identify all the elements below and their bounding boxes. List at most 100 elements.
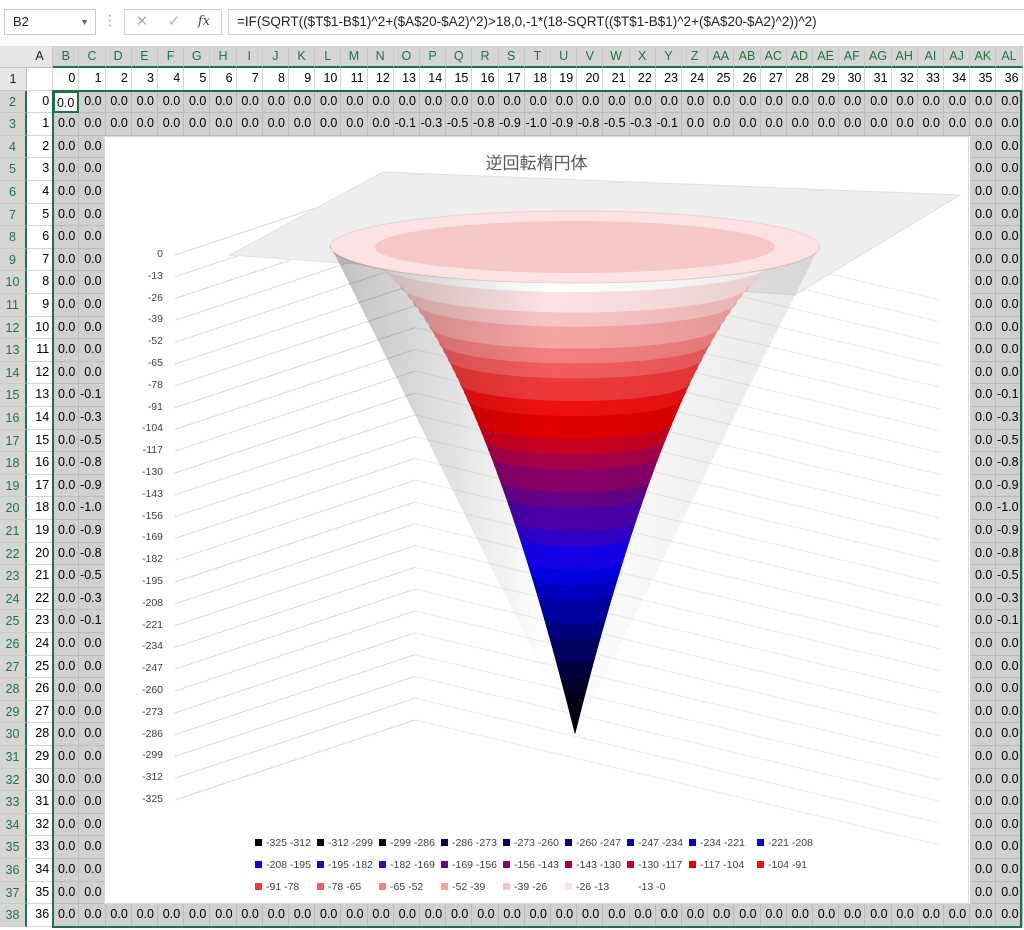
cell-A36[interactable]: 34	[27, 859, 54, 882]
cell-AK29[interactable]: 0.0	[970, 700, 997, 724]
cell-A7[interactable]: 5	[27, 203, 54, 227]
cell-X3[interactable]: -0.3	[629, 113, 656, 136]
cell-E3[interactable]: 0.0	[131, 113, 158, 136]
cell-AG3[interactable]: 0.0	[865, 113, 892, 136]
cell-T1[interactable]: 18	[524, 68, 551, 91]
cell-AL30[interactable]: 0.0	[996, 723, 1023, 746]
cell-AL13[interactable]: 0.0	[996, 339, 1023, 362]
column-header-AH[interactable]: AH	[891, 46, 918, 68]
cell-O2[interactable]: 0.0	[393, 90, 420, 114]
cell-B29[interactable]: 0.0	[53, 700, 80, 724]
cell-A28[interactable]: 26	[27, 678, 54, 701]
cell-C18[interactable]: -0.8	[79, 452, 106, 475]
cell-A3[interactable]: 1	[27, 113, 54, 136]
cell-A13[interactable]: 11	[27, 339, 54, 362]
cell-X2[interactable]: 0.0	[629, 90, 656, 114]
cell-AE3[interactable]: 0.0	[813, 113, 840, 136]
cell-AI1[interactable]: 33	[917, 68, 944, 91]
cell-AL23[interactable]: -0.5	[996, 565, 1023, 588]
cell-AL26[interactable]: 0.0	[996, 633, 1023, 656]
cell-W3[interactable]: -0.5	[603, 113, 630, 136]
row-header-10[interactable]: 10	[0, 271, 27, 294]
cell-A34[interactable]: 32	[27, 813, 54, 837]
cell-AG1[interactable]: 31	[865, 68, 892, 91]
cell-Z3[interactable]: 0.0	[682, 113, 709, 136]
row-header-18[interactable]: 18	[0, 452, 27, 475]
cell-B20[interactable]: 0.0	[53, 497, 80, 520]
cell-H38[interactable]: 0.0	[210, 904, 237, 927]
cell-R3[interactable]: -0.8	[472, 113, 499, 136]
cell-C26[interactable]: 0.0	[79, 633, 106, 656]
cell-N3[interactable]: 0.0	[367, 113, 394, 136]
cell-AK4[interactable]: 0.0	[970, 135, 997, 159]
cell-C29[interactable]: 0.0	[79, 700, 106, 724]
cell-AL27[interactable]: 0.0	[996, 655, 1023, 679]
cell-D3[interactable]: 0.0	[105, 113, 132, 136]
cell-B19[interactable]: 0.0	[53, 474, 80, 498]
cell-A25[interactable]: 23	[27, 610, 54, 633]
cell-AK32[interactable]: 0.0	[970, 768, 997, 792]
cell-O1[interactable]: 13	[393, 68, 420, 91]
cell-AA3[interactable]: 0.0	[708, 113, 735, 136]
column-header-AC[interactable]: AC	[760, 46, 787, 68]
cell-AK6[interactable]: 0.0	[970, 181, 997, 204]
cell-Y38[interactable]: 0.0	[655, 904, 682, 927]
cell-AK25[interactable]: 0.0	[970, 610, 997, 633]
cell-B1[interactable]: 0	[53, 68, 80, 91]
column-header-AE[interactable]: AE	[813, 46, 840, 68]
cell-Y2[interactable]: 0.0	[655, 90, 682, 114]
cell-C21[interactable]: -0.9	[79, 520, 106, 543]
cell-C22[interactable]: -0.8	[79, 542, 106, 566]
cell-Q3[interactable]: -0.5	[446, 113, 473, 136]
cell-AI3[interactable]: 0.0	[917, 113, 944, 136]
cell-B13[interactable]: 0.0	[53, 339, 80, 362]
cell-C6[interactable]: 0.0	[79, 181, 106, 204]
cell-A24[interactable]: 22	[27, 587, 54, 611]
column-header-L[interactable]: L	[315, 46, 342, 68]
cell-AG2[interactable]: 0.0	[865, 90, 892, 114]
cell-C11[interactable]: 0.0	[79, 294, 106, 317]
cell-AA1[interactable]: 25	[708, 68, 735, 91]
cell-AF3[interactable]: 0.0	[839, 113, 866, 136]
cell-AL29[interactable]: 0.0	[996, 700, 1023, 724]
cell-C7[interactable]: 0.0	[79, 203, 106, 227]
cell-Z2[interactable]: 0.0	[682, 90, 709, 114]
cell-A17[interactable]: 15	[27, 429, 54, 453]
cell-B8[interactable]: 0.0	[53, 226, 80, 249]
cell-G1[interactable]: 5	[184, 68, 211, 91]
cell-B15[interactable]: 0.0	[53, 384, 80, 407]
cell-AL14[interactable]: 0.0	[996, 361, 1023, 385]
cell-AI2[interactable]: 0.0	[917, 90, 944, 114]
cell-AK31[interactable]: 0.0	[970, 746, 997, 769]
cell-AK36[interactable]: 0.0	[970, 859, 997, 882]
cell-N2[interactable]: 0.0	[367, 90, 394, 114]
row-header-29[interactable]: 29	[0, 700, 27, 724]
cell-U1[interactable]: 19	[551, 68, 578, 91]
cell-A14[interactable]: 12	[27, 361, 54, 385]
cell-A31[interactable]: 29	[27, 746, 54, 769]
column-header-H[interactable]: H	[210, 46, 237, 68]
cell-AK12[interactable]: 0.0	[970, 316, 997, 340]
cell-A18[interactable]: 16	[27, 452, 54, 475]
cell-AD2[interactable]: 0.0	[786, 90, 813, 114]
cell-B5[interactable]: 0.0	[53, 158, 80, 181]
cell-AL36[interactable]: 0.0	[996, 859, 1023, 882]
cell-AK15[interactable]: 0.0	[970, 384, 997, 407]
cell-A35[interactable]: 33	[27, 836, 54, 859]
cell-L2[interactable]: 0.0	[315, 90, 342, 114]
row-header-20[interactable]: 20	[0, 497, 27, 520]
cell-AK5[interactable]: 0.0	[970, 158, 997, 181]
cell-M38[interactable]: 0.0	[341, 904, 368, 927]
column-header-AD[interactable]: AD	[786, 46, 813, 68]
cell-A22[interactable]: 20	[27, 542, 54, 566]
surface-chart[interactable]: 逆回転楕円体 0 -13 -26 -39 -52 -65 -78 -91 -104 -117 -13…	[104, 136, 969, 904]
cell-AK1[interactable]: 35	[970, 68, 997, 91]
cell-S1[interactable]: 17	[498, 68, 525, 91]
cell-C30[interactable]: 0.0	[79, 723, 106, 746]
cell-R2[interactable]: 0.0	[472, 90, 499, 114]
cell-AK21[interactable]: 0.0	[970, 520, 997, 543]
column-header-I[interactable]: I	[236, 46, 263, 68]
cell-P38[interactable]: 0.0	[420, 904, 447, 927]
cell-AK37[interactable]: 0.0	[970, 881, 997, 905]
column-header-Q[interactable]: Q	[446, 46, 473, 68]
